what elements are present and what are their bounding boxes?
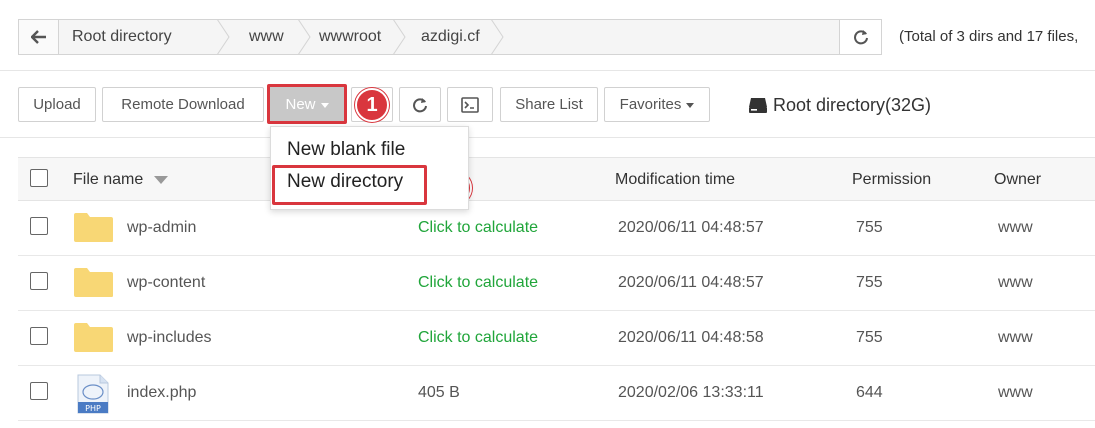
row-checkbox[interactable] <box>30 382 48 400</box>
new-button[interactable]: New <box>267 84 347 124</box>
caret-down-icon <box>320 102 329 108</box>
folder-icon <box>74 213 113 242</box>
hard-drive-icon <box>749 98 767 113</box>
breadcrumb-item-root[interactable]: Root directory <box>72 20 172 54</box>
permission[interactable]: 755 <box>856 201 883 255</box>
back-button[interactable] <box>19 20 59 54</box>
breadcrumb-item-wwwroot[interactable]: wwwroot <box>319 20 381 54</box>
breadcrumb-separator-icon <box>216 19 230 55</box>
php-file-icon: PHP <box>77 374 109 414</box>
svg-text:PHP: PHP <box>85 404 101 413</box>
favorites-button[interactable]: Favorites <box>604 87 710 122</box>
select-all-checkbox[interactable] <box>30 169 48 187</box>
permission[interactable]: 755 <box>856 311 883 365</box>
highlight-box <box>272 165 427 205</box>
disk-info: Root directory(32G) <box>748 90 931 120</box>
table-header: File name Modification time Permission O… <box>18 157 1095 201</box>
file-size: 405 B <box>418 384 460 401</box>
column-header-owner[interactable]: Owner <box>994 158 1041 201</box>
row-checkbox[interactable] <box>30 217 48 235</box>
share-list-button[interactable]: Share List <box>500 87 598 122</box>
breadcrumb-path: Root directory www wwwroot azdigi.cf <box>59 19 840 55</box>
owner[interactable]: www <box>998 256 1033 310</box>
column-header-name[interactable]: File name <box>73 158 168 201</box>
upload-button[interactable]: Upload <box>18 87 96 122</box>
breadcrumb-separator-icon <box>392 19 406 55</box>
file-name[interactable]: wp-admin <box>127 201 196 255</box>
terminal-icon <box>461 96 479 113</box>
breadcrumb-item-azdigi[interactable]: azdigi.cf <box>421 20 480 54</box>
column-header-modified[interactable]: Modification time <box>615 158 735 201</box>
breadcrumb-item-www[interactable]: www <box>249 20 284 54</box>
permission[interactable]: 755 <box>856 256 883 310</box>
owner[interactable]: www <box>998 311 1033 365</box>
divider <box>0 137 1095 138</box>
folder-icon <box>74 268 113 297</box>
favorites-label: Favorites <box>619 96 682 113</box>
breadcrumb-separator-icon <box>297 19 311 55</box>
modification-time: 2020/06/11 04:48:57 <box>618 274 764 291</box>
owner[interactable]: www <box>998 201 1033 255</box>
breadcrumb-refresh-button[interactable] <box>839 20 881 54</box>
folder-icon <box>74 323 113 352</box>
terminal-button[interactable] <box>447 87 493 122</box>
row-checkbox[interactable] <box>30 272 48 290</box>
column-header-name-label: File name <box>73 171 144 188</box>
modification-time: 2020/02/06 13:33:11 <box>618 384 764 401</box>
table-row[interactable]: wp-includes Click to calculate 2020/06/1… <box>18 311 1095 366</box>
file-table: File name Modification time Permission O… <box>18 157 1095 421</box>
disk-label-text: Root directory(32G) <box>773 95 932 115</box>
remote-download-button[interactable]: Remote Download <box>102 87 264 122</box>
arrow-left-icon <box>30 30 46 44</box>
size-calculate-link[interactable]: Click to calculate <box>418 256 538 310</box>
refresh-icon <box>853 30 868 45</box>
owner[interactable]: www <box>998 366 1033 420</box>
file-name[interactable]: index.php <box>127 366 196 420</box>
new-button-label: New <box>285 95 316 113</box>
table-row[interactable]: wp-admin Click to calculate 2020/06/11 0… <box>18 201 1095 256</box>
step-badge-1: 1 <box>355 88 389 122</box>
refresh-icon <box>413 97 427 112</box>
sort-down-icon <box>153 175 168 184</box>
row-checkbox[interactable] <box>30 327 48 345</box>
table-row[interactable]: PHP index.php 405 B 2020/02/06 13:33:11 … <box>18 366 1095 421</box>
permission[interactable]: 644 <box>856 366 883 420</box>
column-header-permission[interactable]: Permission <box>852 158 931 201</box>
modification-time: 2020/06/11 04:48:57 <box>618 219 764 236</box>
divider <box>0 70 1095 71</box>
breadcrumb-separator-icon <box>490 19 504 55</box>
modification-time: 2020/06/11 04:48:58 <box>618 329 764 346</box>
caret-down-icon <box>686 103 695 108</box>
breadcrumb: Root directory www wwwroot azdigi.cf <box>18 19 882 55</box>
file-name[interactable]: wp-includes <box>127 311 211 365</box>
file-name[interactable]: wp-content <box>127 256 205 310</box>
refresh-button[interactable] <box>399 87 441 122</box>
menu-item-new-blank-file[interactable]: New blank file <box>287 135 405 165</box>
size-calculate-link[interactable]: Click to calculate <box>418 311 538 365</box>
table-row[interactable]: wp-content Click to calculate 2020/06/11… <box>18 256 1095 311</box>
file-count-summary: (Total of 3 dirs and 17 files, <box>899 28 1079 45</box>
